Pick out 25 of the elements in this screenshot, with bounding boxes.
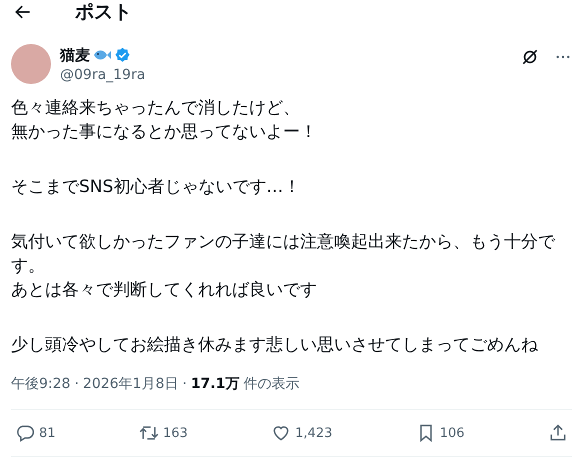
share-icon[interactable] [548, 423, 568, 443]
post-time[interactable]: 午後9:28 [11, 375, 70, 393]
author-handle[interactable]: @09ra_19ra [60, 66, 146, 82]
action-count: 81 [39, 426, 56, 440]
heart-icon[interactable] [271, 423, 292, 443]
slashed-circle-icon[interactable] [520, 47, 540, 67]
separator-dot: · [74, 376, 79, 392]
post-date[interactable]: 2026年1月8日 [82, 375, 178, 393]
post-text-line: 色々連絡来ちゃったんで消したけど、 [11, 97, 301, 120]
views-label: 件の表示 [243, 375, 300, 393]
view-count: 17.1万 [190, 375, 240, 393]
fish-icon [92, 48, 112, 62]
post-text-line: 気付いて欲しかったファンの子達には注意喚起出来たから、もう十分です。 [11, 231, 556, 278]
reply-icon[interactable] [15, 423, 35, 443]
page-title: ポスト [75, 0, 132, 24]
separator-dot: · [182, 376, 187, 392]
post-text-line: そこまでSNS初心者じゃないです…！ [11, 176, 302, 199]
action-count: 1,423 [295, 426, 332, 440]
action-count: 106 [440, 426, 465, 440]
post-text-line: 少し頭冷やしてお絵描き休みます悲しい思いさせてしまってごめんね [11, 334, 539, 357]
verified-badge-icon [114, 46, 131, 64]
post-text-line: あとは各々で判断してくれれば良いです [11, 279, 318, 302]
action-count: 163 [162, 426, 188, 440]
post-text-line: 無かった事になるとか思ってないよー！ [11, 121, 318, 144]
author-name[interactable]: 猫麦 [60, 46, 90, 64]
